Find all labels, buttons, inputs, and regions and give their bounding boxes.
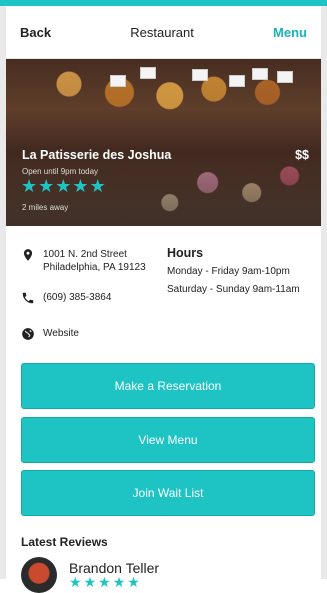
- phone-number: (609) 385-3864: [43, 292, 112, 303]
- address-line-1: 1001 N. 2nd Street: [43, 249, 127, 260]
- price-tag-decoration: [252, 68, 268, 80]
- phone-row[interactable]: (609) 385-3864: [21, 291, 111, 305]
- address-line-2: Philadelphia, PA 19123: [43, 262, 146, 273]
- star-icon: ★: [69, 574, 82, 590]
- restaurant-info: 1001 N. 2nd Street Philadelphia, PA 1912…: [6, 226, 321, 361]
- restaurant-rating: ★ ★ ★ ★ ★: [21, 177, 106, 195]
- back-button[interactable]: Back: [20, 25, 51, 40]
- price-tag-decoration: [192, 69, 208, 81]
- restaurant-name: La Patisserie des Joshua: [22, 148, 172, 162]
- price-tag-decoration: [277, 71, 293, 83]
- globe-icon: [22, 328, 34, 340]
- distance: 2 miles away: [22, 203, 69, 212]
- website-link[interactable]: Website: [43, 327, 79, 340]
- star-icon: ★: [83, 574, 97, 590]
- location-pin-icon: [23, 249, 33, 261]
- price-level: $$: [295, 148, 309, 162]
- price-tag-decoration: [140, 67, 156, 79]
- star-icon: ★: [72, 176, 89, 196]
- reviewer-avatar[interactable]: [21, 557, 57, 593]
- menu-button[interactable]: Menu: [273, 25, 307, 40]
- phone-icon: [22, 292, 34, 304]
- review-rating: ★ ★ ★ ★ ★: [69, 575, 140, 589]
- page-title: Restaurant: [130, 24, 194, 40]
- star-icon: ★: [112, 574, 126, 590]
- star-icon: ★: [127, 574, 140, 590]
- address-row[interactable]: 1001 N. 2nd Street Philadelphia, PA 1912…: [21, 248, 146, 274]
- open-status: Open until 9pm today: [22, 167, 99, 176]
- star-icon: ★: [21, 176, 38, 196]
- price-tag-decoration: [110, 75, 126, 87]
- hero-overlay: [6, 59, 321, 226]
- star-icon: ★: [55, 176, 72, 196]
- star-icon: ★: [89, 176, 106, 196]
- latest-reviews-heading: Latest Reviews: [21, 535, 108, 549]
- join-wait-list-button[interactable]: Join Wait List: [21, 470, 315, 516]
- navigation-bar: Back Restaurant Menu: [6, 6, 321, 59]
- website-row[interactable]: Website: [21, 327, 79, 341]
- star-icon: ★: [98, 574, 111, 590]
- hours-weekend: Saturday - Sunday 9am-11am: [167, 284, 300, 295]
- hours-weekday: Monday - Friday 9am-10pm: [167, 266, 290, 277]
- hours-title: Hours: [167, 246, 204, 260]
- view-menu-button[interactable]: View Menu: [21, 417, 315, 463]
- address: 1001 N. 2nd Street Philadelphia, PA 1912…: [43, 248, 146, 274]
- right-edge: [321, 0, 327, 579]
- star-icon: ★: [38, 176, 55, 196]
- price-tag-decoration: [229, 75, 245, 87]
- restaurant-hero-image: La Patisserie des Joshua $$ Open until 9…: [6, 59, 321, 226]
- make-reservation-button[interactable]: Make a Reservation: [21, 363, 315, 409]
